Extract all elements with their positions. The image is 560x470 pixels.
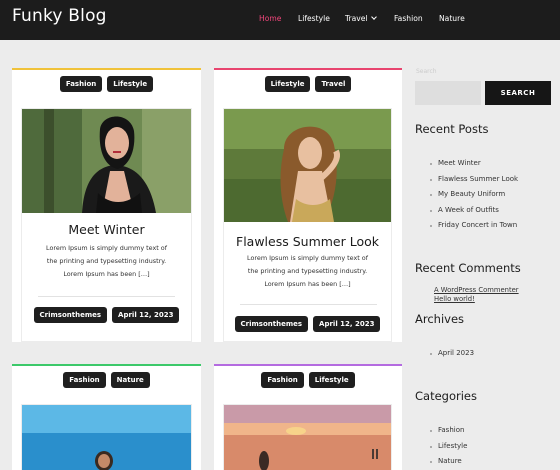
accent-bar xyxy=(12,364,201,366)
tag-lifestyle[interactable]: Lifestyle xyxy=(107,76,154,92)
post-image[interactable] xyxy=(22,109,191,213)
author-link[interactable]: Crimsonthemes xyxy=(33,307,108,323)
date-link[interactable]: April 12, 2023 xyxy=(112,307,180,323)
post-body xyxy=(21,404,192,470)
archives-list: April 2023 xyxy=(430,346,474,362)
post-tags: Fashion Lifestyle xyxy=(214,372,402,388)
recent-post-link[interactable]: Meet Winter xyxy=(430,156,518,172)
archive-link[interactable]: April 2023 xyxy=(430,346,474,362)
post-excerpt: Lorem Ipsum is simply dummy text of the … xyxy=(22,242,191,281)
categories-heading: Categories xyxy=(415,389,477,403)
post-card: Fashion Lifestyle Meet Winter Lorem Ipsum… xyxy=(12,68,201,342)
recent-post-link[interactable]: My Beauty Uniform xyxy=(430,187,518,203)
category-link[interactable]: Lifestyle xyxy=(430,439,467,455)
tag-travel[interactable]: Travel xyxy=(315,76,352,92)
post-body xyxy=(223,404,392,470)
recent-comments-heading: Recent Comments xyxy=(415,261,521,275)
search-label: Search xyxy=(416,68,437,75)
nav-home[interactable]: Home xyxy=(259,14,281,23)
tag-nature[interactable]: Nature xyxy=(110,372,150,388)
recent-posts-heading: Recent Posts xyxy=(415,122,489,136)
recent-posts-list: Meet Winter Flawless Summer Look My Beau… xyxy=(430,156,518,234)
post-tags: Fashion Nature xyxy=(12,372,201,388)
comment-post-link[interactable]: Hello world! xyxy=(434,295,519,304)
date-link[interactable]: April 12, 2023 xyxy=(313,316,381,332)
archives-heading: Archives xyxy=(415,312,465,326)
tag-lifestyle[interactable]: Lifestyle xyxy=(308,372,355,388)
top-header: Funky Blog Home Lifestyle Travel Fashion… xyxy=(0,0,560,40)
tag-fashion[interactable]: Fashion xyxy=(261,372,304,388)
post-image[interactable] xyxy=(224,109,391,222)
woman-field-image xyxy=(224,109,391,222)
divider xyxy=(240,304,377,305)
nav-fashion[interactable]: Fashion xyxy=(394,14,423,23)
accent-bar xyxy=(214,364,402,366)
excerpt-line: the printing and typesetting industry. xyxy=(46,257,167,265)
excerpt-line: Lorem Ipsum has been […] xyxy=(264,280,351,288)
nav-travel-label: Travel xyxy=(345,14,368,23)
excerpt-line: Lorem Ipsum is simply dummy text of xyxy=(46,244,167,252)
post-tags: Lifestyle Travel xyxy=(214,76,402,92)
excerpt-line: Lorem Ipsum has been […] xyxy=(63,270,150,278)
post-card: Fashion Nature xyxy=(12,364,201,470)
accent-bar xyxy=(12,68,201,70)
post-excerpt: Lorem Ipsum is simply dummy text of the … xyxy=(224,252,391,291)
tag-fashion[interactable]: Fashion xyxy=(63,372,106,388)
categories-list: Fashion Lifestyle Nature xyxy=(430,423,467,470)
post-image[interactable] xyxy=(22,405,191,470)
post-meta: Crimsonthemes April 12, 2023 xyxy=(22,307,191,323)
post-body: Meet Winter Lorem Ipsum is simply dummy … xyxy=(21,108,192,342)
category-link[interactable]: Fashion xyxy=(430,423,467,439)
recent-post-link[interactable]: Flawless Summer Look xyxy=(430,172,518,188)
post-meta: Crimsonthemes April 12, 2023 xyxy=(224,316,391,332)
tag-fashion[interactable]: Fashion xyxy=(59,76,103,92)
post-title[interactable]: Flawless Summer Look xyxy=(224,234,391,249)
post-card: Fashion Lifestyle xyxy=(214,364,402,470)
post-tags: Fashion Lifestyle xyxy=(12,76,201,92)
site-title[interactable]: Funky Blog xyxy=(12,6,107,26)
excerpt-line: Lorem Ipsum is simply dummy text of xyxy=(247,254,368,262)
woman-portrait-image xyxy=(22,109,191,213)
recent-post-link[interactable]: A Week of Outfits xyxy=(430,203,518,219)
sunset-beach-image xyxy=(224,405,391,470)
accent-bar xyxy=(214,68,402,70)
post-title[interactable]: Meet Winter xyxy=(22,222,191,237)
post-body: Flawless Summer Look Lorem Ipsum is simp… xyxy=(223,108,392,342)
post-image[interactable] xyxy=(224,405,391,470)
beach-image xyxy=(22,405,191,470)
chevron-down-icon xyxy=(370,14,377,20)
recent-post-link[interactable]: Friday Concert in Town xyxy=(430,218,518,234)
author-link[interactable]: Crimsonthemes xyxy=(234,316,309,332)
search-input[interactable] xyxy=(415,81,481,105)
recent-comment: A WordPress Commenter Hello world! xyxy=(434,286,519,303)
nav-travel[interactable]: Travel xyxy=(345,14,377,23)
tag-lifestyle[interactable]: Lifestyle xyxy=(264,76,311,92)
excerpt-line: the printing and typesetting industry. xyxy=(247,267,368,275)
divider xyxy=(38,296,175,297)
comment-author-link[interactable]: A WordPress Commenter xyxy=(434,286,519,295)
post-card: Lifestyle Travel Flawless Summer Look Lor… xyxy=(214,68,402,342)
nav-nature[interactable]: Nature xyxy=(439,14,465,23)
nav-lifestyle[interactable]: Lifestyle xyxy=(298,14,330,23)
search-button[interactable]: SEARCH xyxy=(485,81,551,105)
category-link[interactable]: Nature xyxy=(430,454,467,470)
